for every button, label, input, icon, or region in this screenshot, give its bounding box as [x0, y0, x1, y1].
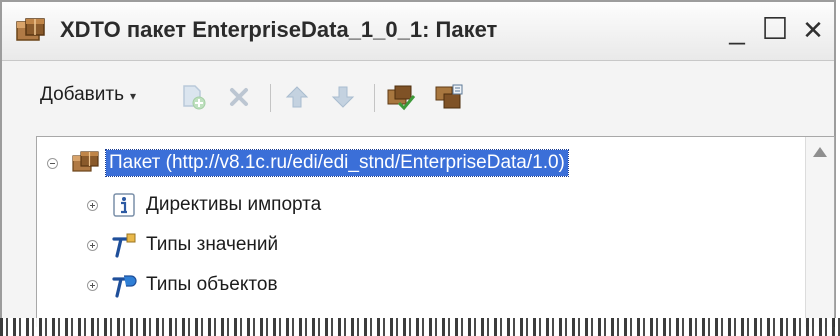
- close-button[interactable]: ✕: [798, 12, 828, 48]
- title-bar[interactable]: XDTO пакет EnterpriseData_1_0_1: Пакет _…: [2, 2, 834, 61]
- tree-item-label: Типы объектов: [146, 274, 278, 295]
- vertical-scrollbar[interactable]: [805, 137, 834, 327]
- xdto-package-window: XDTO пакет EnterpriseData_1_0_1: Пакет _…: [0, 0, 836, 327]
- tree-row-value-types[interactable]: Типы значений: [87, 229, 278, 261]
- expand-icon[interactable]: [87, 199, 98, 211]
- cropped-content-strip: [0, 318, 840, 336]
- window-title: XDTO пакет EnterpriseData_1_0_1: Пакет: [60, 17, 498, 42]
- copy-icon[interactable]: [178, 82, 208, 112]
- add-button-label: Добавить: [40, 84, 124, 105]
- maximize-button[interactable]: ☐: [760, 12, 790, 48]
- object-type-icon: [112, 275, 137, 298]
- scroll-up-arrow-icon[interactable]: [813, 147, 827, 157]
- tree-row-root[interactable]: Пакет (http://v8.1c.ru/edi/edi_stnd/Ente…: [47, 147, 569, 179]
- chevron-down-icon: ▾: [129, 89, 137, 103]
- tree-row-object-types[interactable]: Типы объектов: [87, 269, 278, 301]
- check-package-icon[interactable]: [386, 82, 416, 112]
- expand-icon[interactable]: [87, 279, 98, 291]
- toolbar-separator: [374, 84, 375, 112]
- add-button[interactable]: Добавить ▾: [40, 84, 136, 106]
- info-icon: [113, 193, 135, 217]
- import-package-icon[interactable]: [434, 82, 464, 112]
- value-type-icon: [112, 233, 136, 258]
- expand-icon[interactable]: [87, 239, 98, 251]
- tree-item-label: Типы значений: [146, 234, 279, 255]
- package-icon: [16, 18, 45, 41]
- tree-row-import-directives[interactable]: Директивы импорта: [87, 189, 321, 221]
- toolbar: Добавить ▾: [2, 72, 834, 124]
- minimize-button[interactable]: _: [722, 12, 752, 48]
- toolbar-separator: [270, 84, 271, 112]
- delete-icon[interactable]: [224, 82, 254, 112]
- tree-item-label: Директивы импорта: [146, 194, 322, 215]
- move-up-icon[interactable]: [282, 82, 312, 112]
- package-tree[interactable]: Пакет (http://v8.1c.ru/edi/edi_stnd/Ente…: [36, 136, 835, 327]
- move-down-icon[interactable]: [328, 82, 358, 112]
- collapse-icon[interactable]: [47, 157, 58, 169]
- package-icon: [72, 151, 99, 172]
- tree-root-label: Пакет (http://v8.1c.ru/edi/edi_stnd/Ente…: [105, 149, 569, 177]
